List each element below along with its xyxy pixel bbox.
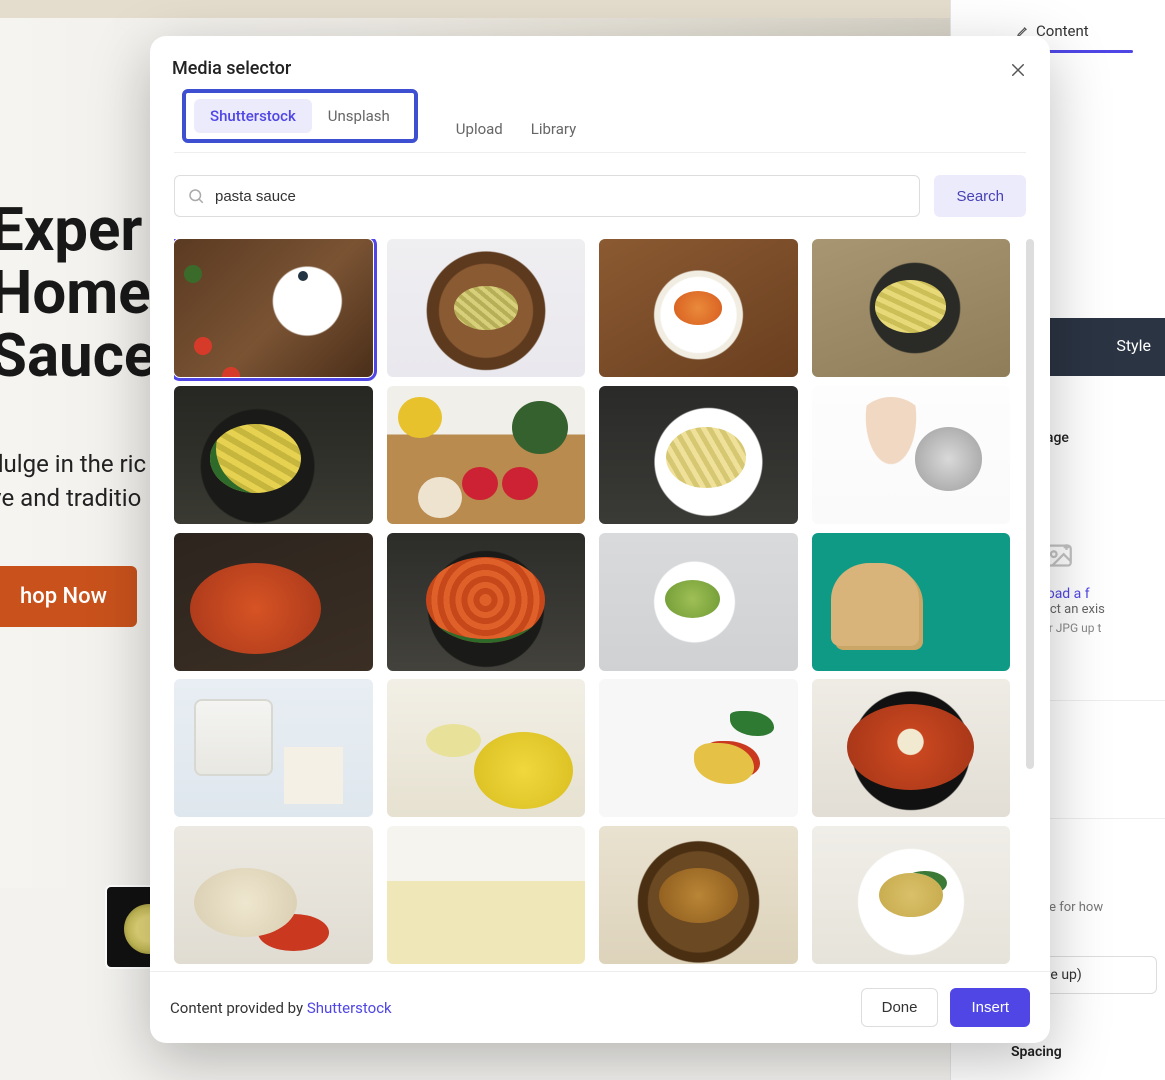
shop-now-button[interactable]: hop Now xyxy=(0,566,137,627)
image-result[interactable] xyxy=(599,826,798,964)
tabs-highlight-box: Shutterstock Unsplash xyxy=(182,89,418,143)
search-input[interactable] xyxy=(215,188,907,205)
close-button[interactable] xyxy=(1002,54,1034,86)
image-result[interactable] xyxy=(812,386,1011,524)
image-result[interactable] xyxy=(599,386,798,524)
tab-unsplash[interactable]: Unsplash xyxy=(312,99,406,133)
image-result[interactable] xyxy=(812,679,1011,817)
spacing-section-label: Spacing xyxy=(1011,1044,1062,1060)
done-button[interactable]: Done xyxy=(861,988,939,1027)
image-result[interactable] xyxy=(174,679,373,817)
hero-subline: dulge in the ric ve and traditio xyxy=(0,448,146,515)
divider xyxy=(1041,818,1165,819)
image-result[interactable] xyxy=(174,386,373,524)
media-selector-modal: Media selector Shutterstock Unsplash Upl… xyxy=(150,36,1050,1043)
image-result[interactable] xyxy=(812,826,1011,964)
image-result[interactable] xyxy=(174,239,373,377)
search-icon xyxy=(187,187,205,205)
tabs-divider xyxy=(174,152,1026,153)
image-result[interactable] xyxy=(174,826,373,964)
close-icon xyxy=(1009,61,1027,79)
image-result[interactable] xyxy=(812,239,1011,377)
image-result[interactable] xyxy=(599,679,798,817)
image-result[interactable] xyxy=(387,826,586,964)
style-option-label: Style xyxy=(1116,336,1151,355)
attribution-text: Content provided by xyxy=(170,999,307,1017)
tab-library[interactable]: Library xyxy=(531,120,576,138)
tab-shutterstock[interactable]: Shutterstock xyxy=(194,99,312,133)
scrollbar[interactable] xyxy=(1026,239,1034,769)
shutterstock-link[interactable]: Shutterstock xyxy=(307,999,392,1017)
insert-button[interactable]: Insert xyxy=(950,988,1030,1027)
image-result[interactable] xyxy=(387,679,586,817)
hero-headline: Exper Home Sauce xyxy=(0,198,156,387)
image-result[interactable] xyxy=(387,239,586,377)
image-result[interactable] xyxy=(599,239,798,377)
search-input-wrapper[interactable] xyxy=(174,175,920,217)
search-button[interactable]: Search xyxy=(934,175,1026,217)
image-result[interactable] xyxy=(599,533,798,671)
tab-upload[interactable]: Upload xyxy=(456,120,503,138)
modal-title: Media selector xyxy=(172,58,1028,79)
image-result[interactable] xyxy=(812,533,1011,671)
image-result[interactable] xyxy=(387,386,586,524)
image-result[interactable] xyxy=(387,533,586,671)
content-attribution: Content provided by Shutterstock xyxy=(170,999,392,1017)
image-result[interactable] xyxy=(174,533,373,671)
image-results-grid xyxy=(174,239,1010,971)
page-topbar xyxy=(0,0,950,18)
